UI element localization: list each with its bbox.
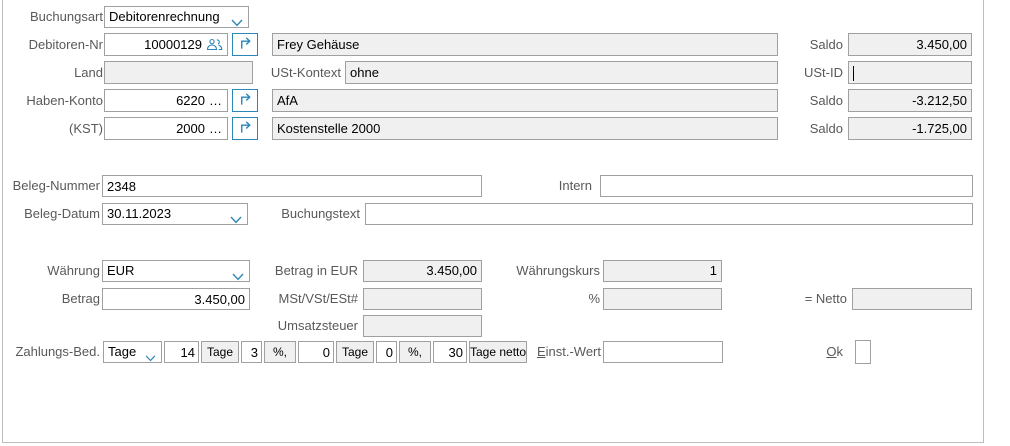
ok-checkbox[interactable] [855, 340, 871, 364]
betrag-in-eur-label: Betrag in EUR [275, 260, 358, 282]
haben-konto-input[interactable]: 6220 … [104, 89, 228, 112]
debitor-saldo-label: Saldo [810, 33, 843, 56]
buchungsart-select[interactable]: Debitorenrechnung [104, 6, 249, 28]
haben-konto-jump-button[interactable] [232, 89, 258, 112]
browse-ellipsis[interactable]: … [209, 90, 223, 111]
mst-vst-est-field [363, 288, 482, 310]
einst-wert-label: Einst.-Wert [537, 341, 601, 363]
ust-id-label: USt-ID [804, 61, 843, 84]
land-label: Land [74, 61, 103, 84]
debitoren-nr-label: Debitoren-Nr [29, 33, 103, 56]
beleg-datum-value: 30.11.2023 [107, 204, 171, 224]
kst-value: 2000 [176, 118, 205, 139]
mst-vst-est-label: MSt/VSt/ESt# [279, 288, 358, 310]
buchungsart-label: Buchungsart [30, 6, 103, 28]
jump-arrow-icon [238, 92, 253, 110]
betrag-in-eur-field: 3.450,00 [363, 260, 482, 282]
jump-arrow-icon [238, 36, 253, 54]
waehrungskurs-label: Währungskurs [516, 260, 600, 282]
kst-jump-button[interactable] [232, 117, 258, 140]
ust-kontext-field: ohne [345, 61, 778, 84]
beleg-nummer-label: Beleg-Nummer [13, 175, 100, 197]
prozent-field [603, 288, 722, 310]
haben-konto-label: Haben-Konto [26, 89, 103, 112]
tage-netto-box: Tage netto [469, 341, 527, 363]
debitor-saldo-field: 3.450,00 [848, 33, 972, 56]
prozent-box: %, [399, 341, 431, 363]
prozent-box: %, [264, 341, 296, 363]
kst-label: (KST) [69, 117, 103, 140]
waehrung-select[interactable]: EUR [102, 260, 250, 282]
prozent-label: % [588, 288, 600, 310]
chevron-down-icon [231, 13, 243, 33]
ok-label: Ok [826, 341, 843, 363]
browse-ellipsis[interactable]: … [209, 118, 223, 139]
skonto2-prozent-input[interactable] [376, 341, 397, 363]
beleg-nummer-input[interactable] [102, 175, 482, 197]
tage-box: Tage [336, 341, 374, 363]
skonto1-prozent-input[interactable] [241, 341, 262, 363]
ust-kontext-label: USt-Kontext [271, 61, 341, 84]
chevron-down-icon [145, 348, 156, 368]
betrag-label: Betrag [62, 288, 100, 310]
betrag-input[interactable] [102, 288, 250, 310]
zahlungsbed-modus-select[interactable]: Tage [103, 341, 162, 363]
kst-saldo-label: Saldo [810, 117, 843, 140]
chevron-down-icon [230, 210, 242, 230]
netto-label: = Netto [805, 288, 847, 310]
zahlungsbed-label: Zahlungs-Bed. [15, 341, 100, 363]
netto-field [852, 288, 972, 310]
booking-form: Buchungsart Debitorenrechnung Debitoren-… [0, 0, 1010, 446]
debitor-jump-button[interactable] [232, 33, 258, 56]
debitoren-nr-value: 10000129 [144, 34, 202, 55]
kst-input[interactable]: 2000 … [104, 117, 228, 140]
waehrung-label: Währung [47, 260, 100, 282]
beleg-datum-select[interactable]: 30.11.2023 [102, 203, 248, 225]
tage-box: Tage [201, 341, 239, 363]
waehrung-value: EUR [107, 261, 134, 281]
text-caret [853, 66, 854, 81]
skonto1-tage-input[interactable] [164, 341, 199, 363]
umsatzsteuer-field [363, 315, 482, 337]
haben-konto-value: 6220 [176, 90, 205, 111]
buchungsart-value: Debitorenrechnung [109, 7, 220, 27]
buchungstext-label: Buchungstext [281, 203, 360, 225]
waehrungskurs-field: 1 [603, 260, 722, 282]
intern-label: Intern [559, 175, 592, 197]
haben-saldo-field: -3.212,50 [848, 89, 972, 112]
ust-id-input[interactable] [848, 61, 972, 84]
chevron-down-icon [232, 267, 244, 287]
einst-wert-input[interactable] [603, 341, 723, 363]
umsatzsteuer-label: Umsatzsteuer [278, 315, 358, 337]
buchungstext-input[interactable] [365, 203, 973, 225]
contacts-icon[interactable] [206, 38, 223, 51]
zahlungsbed-modus-value: Tage [108, 342, 136, 362]
kst-saldo-field: -1.725,00 [848, 117, 972, 140]
netto-tage-input[interactable] [433, 341, 467, 363]
debitor-name-field: Frey Gehäuse [272, 33, 778, 56]
beleg-datum-label: Beleg-Datum [24, 203, 100, 225]
debitoren-nr-input[interactable]: 10000129 [104, 33, 228, 56]
jump-arrow-icon [238, 120, 253, 138]
land-field [104, 61, 253, 84]
skonto2-tage-input[interactable] [298, 341, 334, 363]
intern-input[interactable] [600, 175, 973, 197]
haben-konto-name-field: AfA [272, 89, 778, 112]
haben-saldo-label: Saldo [810, 89, 843, 112]
kst-name-field: Kostenstelle 2000 [272, 117, 778, 140]
